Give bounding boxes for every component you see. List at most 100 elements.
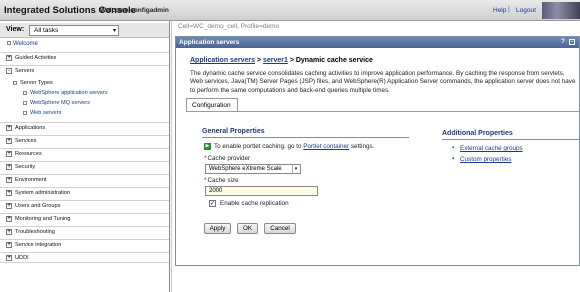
top-banner: Integrated Solutions Console Welcome con… (0, 0, 580, 21)
enable-replication-label: Enable cache replication (220, 200, 289, 207)
info-suffix: settings. (349, 143, 375, 151)
nav-item-uddi[interactable]: + UDDI (0, 252, 169, 263)
welcome-user: Welcome configadmin (100, 7, 169, 14)
expand-icon: + (6, 241, 12, 248)
nav-item-servers[interactable]: - Servers (0, 65, 169, 76)
nav-item-users-and-groups[interactable]: + Users and Groups (0, 200, 169, 211)
nav-item-label: Resources (15, 151, 42, 157)
view-bar: View: All tasks ▾ (0, 23, 169, 38)
cache-provider-label: *Cache provider (204, 155, 250, 162)
cache-size-label: *Cache size (204, 177, 239, 184)
nav-welcome-label: Welcome (13, 41, 38, 47)
nav-link-label: WebSphere MQ servers (30, 100, 90, 106)
view-select[interactable]: All tasks ▾ (29, 25, 119, 36)
nav-item-environment[interactable]: + Environment (0, 174, 169, 185)
chevron-down-icon: ▾ (292, 165, 299, 173)
nav-item-troubleshooting[interactable]: + Troubleshooting (0, 226, 169, 237)
cache-provider-select[interactable]: WebSphere eXtreme Scale ▾ (205, 164, 301, 174)
nav-link-websphere-application-servers[interactable]: WebSphere application servers (23, 90, 108, 96)
ok-button[interactable]: OK (237, 223, 258, 234)
page-icon (7, 41, 11, 46)
custom-properties-link[interactable]: Custom properties (460, 156, 511, 163)
cache-size-input[interactable]: 2000 (205, 186, 318, 196)
apply-button[interactable]: Apply (204, 223, 231, 234)
left-navigation: View: All tasks ▾ Welcome + Guided Activ… (0, 21, 170, 292)
banner-separator: | (508, 6, 510, 13)
panel-title: Application servers (179, 39, 240, 46)
nav-item-system-administration[interactable]: + System administration (0, 187, 169, 198)
nav-item-security[interactable]: + Security (0, 161, 169, 172)
enable-replication-checkbox[interactable]: ✓ (209, 200, 216, 207)
external-cache-groups-link[interactable]: External cache groups (460, 145, 523, 152)
divider (442, 139, 579, 140)
nav-item-label: Troubleshooting (15, 229, 55, 235)
nav-item-label: Guided Activities (15, 55, 57, 61)
expand-icon: + (6, 189, 12, 196)
bullet-icon: ▪ (452, 145, 455, 151)
page-icon (23, 100, 27, 105)
chevron-down-icon: ▾ (112, 28, 116, 34)
ibm-logo-icon (542, 2, 580, 19)
nav-link-websphere-mq-servers[interactable]: WebSphere MQ servers (23, 100, 90, 106)
nav-item-monitoring-and-tuning[interactable]: + Monitoring and Tuning (0, 213, 169, 224)
expand-icon: + (6, 163, 12, 170)
cell-profile-info: Cell=WC_demo_cell, Profile=demo (178, 23, 280, 30)
expand-icon: + (6, 124, 12, 131)
expand-icon: + (6, 254, 12, 261)
collapse-icon: - (6, 67, 12, 74)
help-link[interactable]: Help (493, 7, 506, 14)
nav-item-service-integration[interactable]: + Service integration (0, 239, 169, 250)
cache-provider-label-text: Cache provider (207, 155, 251, 162)
general-properties-heading: General Properties (202, 128, 265, 135)
nav-item-label: Services (15, 138, 37, 144)
nav-server-types[interactable]: Server Types (13, 80, 53, 86)
nav-item-applications[interactable]: + Applications (0, 122, 169, 133)
cancel-button[interactable]: Cancel (264, 223, 296, 234)
view-select-value: All tasks (34, 27, 59, 34)
nav-item-label: Users and Groups (15, 203, 61, 209)
tab-configuration[interactable]: Configuration (186, 98, 238, 112)
nav-item-label: System administration (15, 190, 71, 196)
nav-item-label: UDDI (15, 255, 29, 261)
nav-welcome[interactable]: Welcome (7, 41, 38, 47)
nav-item-resources[interactable]: + Resources (0, 148, 169, 159)
nav-link-label: Web servers (30, 110, 62, 116)
nav-item-label: Service integration (15, 242, 62, 248)
breadcrumb-application-servers[interactable]: Application servers (190, 57, 255, 64)
expand-icon: + (6, 150, 12, 157)
portlet-container-link[interactable]: Portlet container (303, 143, 349, 150)
arrow-right-icon: ▶ (204, 143, 211, 150)
minimize-icon[interactable]: – (569, 39, 575, 45)
nav-item-services[interactable]: + Services (0, 135, 169, 146)
view-label: View: (6, 26, 25, 33)
checkmark-icon: ✓ (210, 201, 216, 207)
nav-item-label: Monitoring and Tuning (15, 216, 71, 222)
expand-icon: + (6, 202, 12, 209)
breadcrumb-separator: > (287, 57, 296, 64)
page-icon (23, 110, 27, 115)
help-icon[interactable]: ? (561, 38, 565, 45)
portlet-info-message: ▶ To enable portlet caching, go to Portle… (204, 143, 374, 150)
nav-item-label: Applications (15, 125, 46, 131)
cache-size-label-text: Cache size (207, 177, 239, 184)
panel-title-bar: Application servers ? – (176, 37, 579, 48)
info-prefix: To enable portlet caching, go to (214, 143, 304, 151)
expand-icon: + (6, 176, 12, 183)
nav-link-label: WebSphere application servers (30, 90, 108, 96)
bullet-icon: ▪ (452, 156, 455, 162)
breadcrumb-server1[interactable]: server1 (263, 57, 288, 64)
page-icon (23, 90, 27, 95)
breadcrumb-separator: > (254, 57, 263, 64)
nav-item-label: Servers (15, 68, 35, 74)
divider (202, 137, 409, 138)
page-description: The dynamic cache service consolidates c… (190, 70, 576, 94)
nav-item-label: Environment (15, 177, 47, 183)
logout-link[interactable]: Logout (516, 7, 536, 14)
divider (171, 21, 172, 292)
folder-icon (13, 80, 17, 85)
nav-link-web-servers[interactable]: Web servers (23, 110, 61, 116)
expand-icon: + (6, 137, 12, 144)
nav-item-guided-activities[interactable]: + Guided Activities (0, 52, 169, 63)
breadcrumb: Application servers > server1 > Dynamic … (190, 57, 373, 64)
content-panel: Application servers ? – Application serv… (175, 36, 580, 266)
